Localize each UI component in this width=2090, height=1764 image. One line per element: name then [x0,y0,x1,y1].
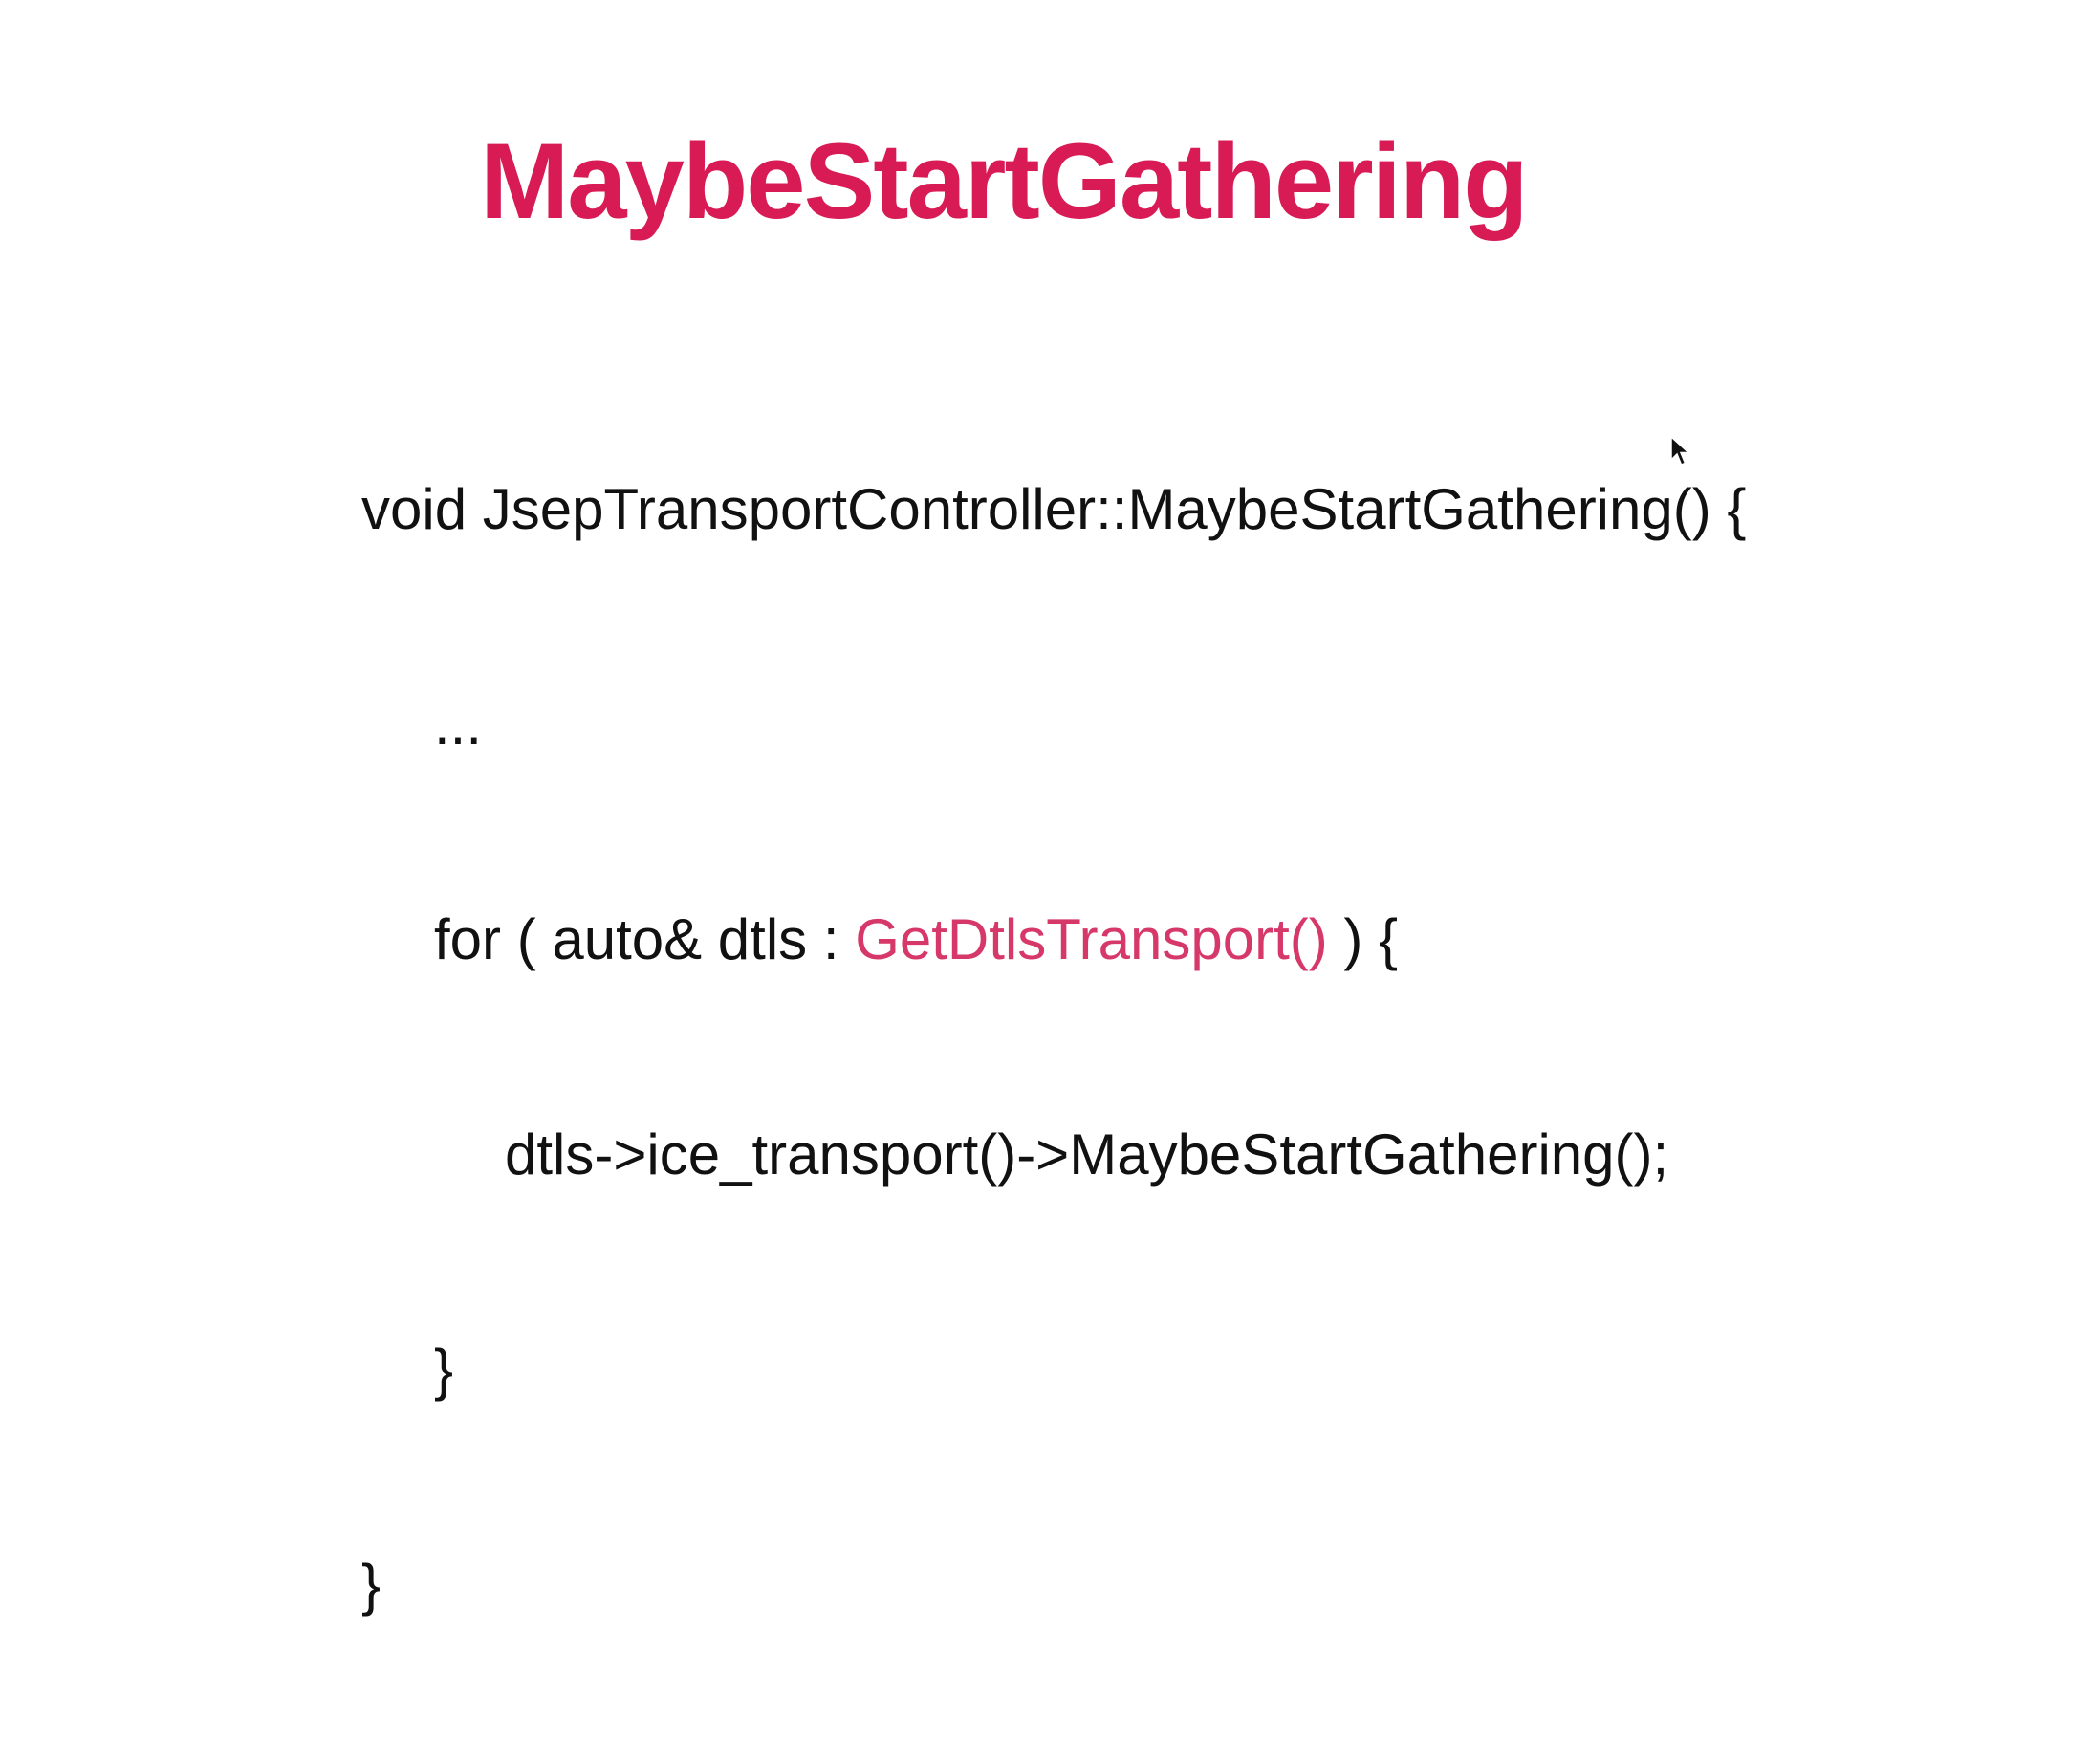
code-line-function-signature: void JsepTransportController::MaybeStart… [361,477,1747,541]
code-block: void JsepTransportController::MaybeStart… [361,330,1746,1764]
mouse-pointer-icon [1670,435,1690,466]
for-loop-head: for ( auto& dtls : [434,907,856,971]
code-line-ellipsis: ... [434,692,483,756]
code-line-loop-close: } [434,1338,454,1402]
code-line-for-loop: for ( auto& dtls : GetDtlsTransport() ) … [361,904,1746,975]
for-loop-tail: ) { [1327,907,1399,971]
slide: MaybeStartGathering void JsepTransportCo… [0,0,2090,1617]
code-line-loop-body: dtls->ice_transport()->MaybeStartGatheri… [505,1122,1669,1187]
slide-title: MaybeStartGathering [480,121,1529,241]
highlighted-call: GetDtlsTransport() [855,907,1328,971]
code-line-function-close: } [361,1553,381,1617]
